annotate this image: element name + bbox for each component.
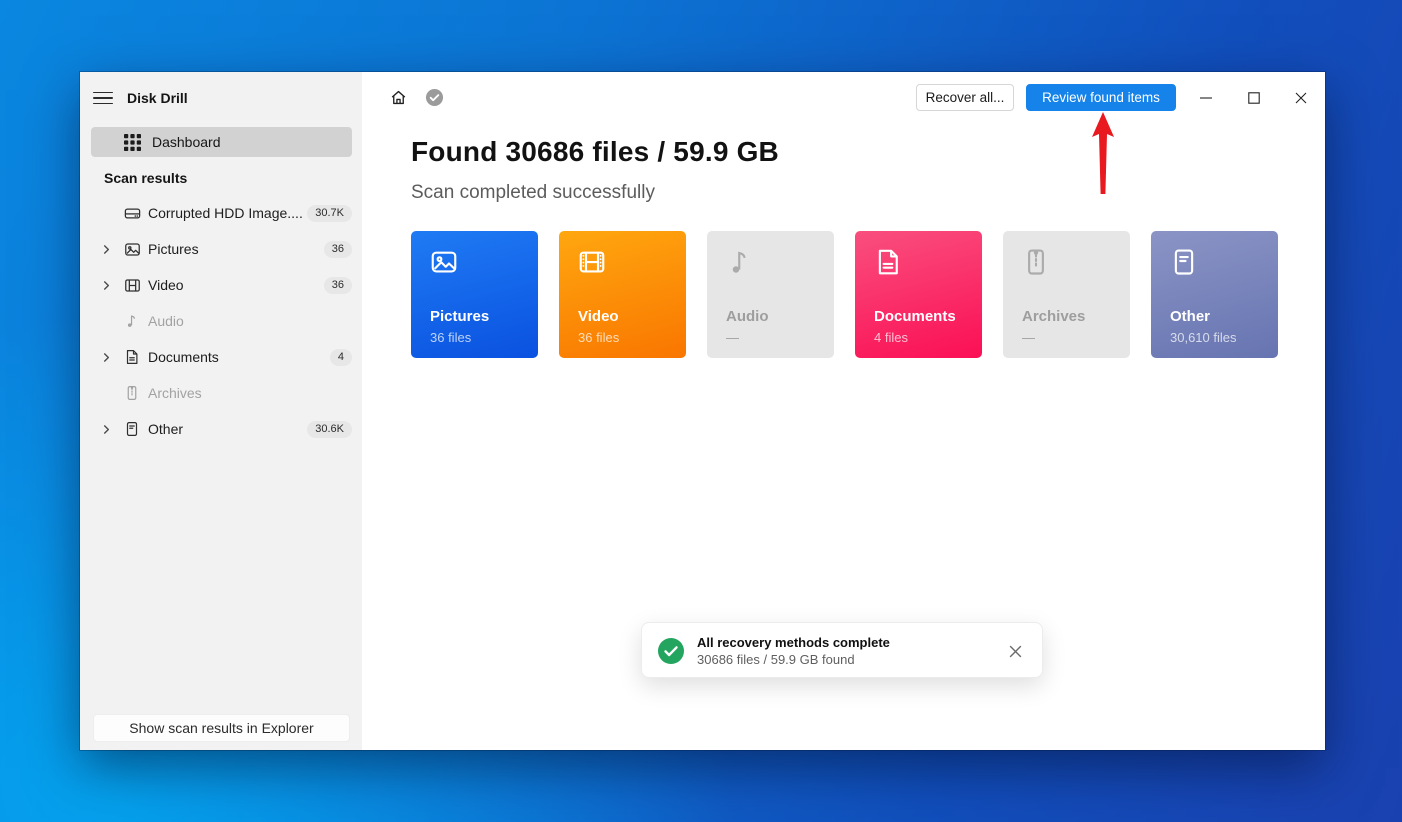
- archives-icon: [122, 383, 142, 403]
- toast-close-icon[interactable]: [1008, 640, 1030, 662]
- toast-subtitle: 30686 files / 59.9 GB found: [697, 652, 855, 667]
- card-label: Pictures: [430, 308, 490, 325]
- card-label: Archives: [1022, 308, 1086, 325]
- documents-icon: [122, 347, 142, 367]
- red-arrow-annotation: [1092, 112, 1114, 194]
- count-badge: 30.7K: [307, 204, 352, 222]
- card-count: 4 files: [874, 330, 908, 345]
- sidebar-item-other[interactable]: Other 30.6K: [80, 411, 362, 447]
- close-button[interactable]: [1286, 85, 1316, 111]
- chevron-right-icon[interactable]: [98, 241, 114, 257]
- card-other[interactable]: Other 30,610 files: [1151, 231, 1278, 358]
- maximize-button[interactable]: [1239, 85, 1269, 111]
- sidebar-item-archives: Archives: [80, 375, 362, 411]
- sidebar-item-label: Dashboard: [152, 134, 221, 150]
- app-window: Disk Drill Dashboard Scan results Corrup…: [80, 72, 1325, 750]
- sidebar-item-dashboard[interactable]: Dashboard: [91, 127, 352, 157]
- other-icon: [122, 419, 142, 439]
- dashboard-grid-icon: [124, 133, 141, 151]
- main-panel: Recover all... Review found items Found …: [362, 72, 1325, 750]
- sidebar: Disk Drill Dashboard Scan results Corrup…: [80, 72, 362, 750]
- other-icon: [1169, 247, 1201, 279]
- card-label: Other: [1170, 308, 1211, 325]
- sidebar-item-label: Other: [148, 421, 184, 437]
- sidebar-scan-list: Corrupted HDD Image.... 30.7K Pictures 3…: [80, 195, 362, 447]
- archives-icon: [1021, 247, 1053, 279]
- card-label: Video: [578, 308, 619, 325]
- drive-icon: [122, 203, 142, 223]
- count-badge: 36: [323, 276, 352, 294]
- card-count: 30,610 files: [1170, 330, 1237, 345]
- card-count: —: [726, 330, 739, 345]
- video-icon: [122, 275, 142, 295]
- success-check-icon: [658, 638, 684, 664]
- page-subtitle: Scan completed successfully: [411, 182, 655, 203]
- sidebar-item-audio: Audio: [80, 303, 362, 339]
- documents-icon: [873, 247, 905, 279]
- count-badge: 30.6K: [307, 420, 352, 438]
- card-count: 36 files: [430, 330, 472, 345]
- recover-all-button[interactable]: Recover all...: [916, 84, 1014, 111]
- scan-results-header: Scan results: [104, 170, 188, 186]
- sidebar-item-label: Archives: [148, 385, 202, 401]
- count-badge: 4: [329, 348, 352, 366]
- sidebar-item-label: Video: [148, 277, 184, 293]
- sidebar-item-video[interactable]: Video 36: [80, 267, 362, 303]
- card-audio: Audio —: [707, 231, 834, 358]
- review-found-items-button[interactable]: Review found items: [1026, 84, 1176, 111]
- sidebar-item-label: Documents: [148, 349, 219, 365]
- chevron-right-icon[interactable]: [98, 349, 114, 365]
- count-badge: 36: [323, 240, 352, 258]
- card-label: Audio: [726, 308, 769, 325]
- scan-complete-icon[interactable]: [425, 87, 445, 107]
- card-count: 36 files: [578, 330, 620, 345]
- pictures-icon: [429, 247, 461, 279]
- card-count: —: [1022, 330, 1035, 345]
- sidebar-item-corrupted-hdd-image[interactable]: Corrupted HDD Image.... 30.7K: [80, 195, 362, 231]
- page-title: Found 30686 files / 59.9 GB: [411, 136, 779, 167]
- sidebar-item-pictures[interactable]: Pictures 36: [80, 231, 362, 267]
- hamburger-menu-icon[interactable]: [93, 88, 113, 108]
- card-pictures[interactable]: Pictures 36 files: [411, 231, 538, 358]
- audio-icon: [725, 247, 757, 279]
- chevron-right-icon[interactable]: [98, 421, 114, 437]
- card-video[interactable]: Video 36 files: [559, 231, 686, 358]
- toast-title: All recovery methods complete: [697, 635, 890, 650]
- category-cards: Pictures 36 files Video 36 files Audio —…: [411, 231, 1278, 358]
- app-title: Disk Drill: [127, 90, 188, 106]
- audio-icon: [122, 311, 142, 331]
- desktop-background: Disk Drill Dashboard Scan results Corrup…: [0, 0, 1402, 822]
- pictures-icon: [122, 239, 142, 259]
- card-label: Documents: [874, 308, 956, 325]
- minimize-button[interactable]: [1191, 85, 1221, 111]
- sidebar-header: Disk Drill: [80, 86, 362, 110]
- sidebar-item-label: Corrupted HDD Image....: [148, 205, 303, 221]
- chevron-right-icon[interactable]: [98, 277, 114, 293]
- video-icon: [577, 247, 609, 279]
- sidebar-item-label: Audio: [148, 313, 184, 329]
- home-icon[interactable]: [389, 87, 409, 107]
- toast-notification: All recovery methods complete 30686 file…: [641, 622, 1043, 678]
- card-archives: Archives —: [1003, 231, 1130, 358]
- show-scan-results-button[interactable]: Show scan results in Explorer: [93, 714, 350, 742]
- sidebar-item-label: Pictures: [148, 241, 199, 257]
- card-documents[interactable]: Documents 4 files: [855, 231, 982, 358]
- sidebar-item-documents[interactable]: Documents 4: [80, 339, 362, 375]
